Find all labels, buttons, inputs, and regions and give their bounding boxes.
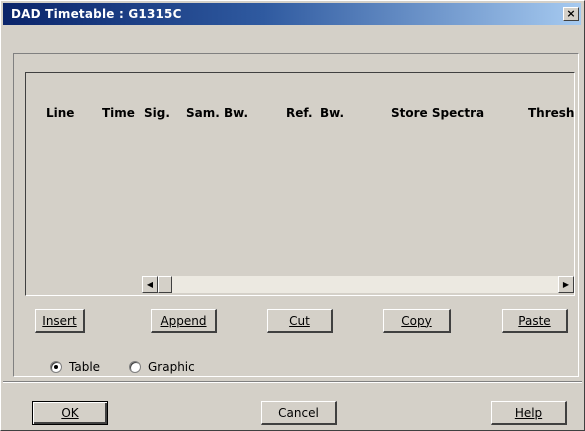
paste-button[interactable]: Paste: [502, 309, 568, 333]
timetable-grid[interactable]: Line Time Sig. Sam. Bw. Ref. Bw. Store S…: [25, 72, 575, 296]
ok-label: OK: [61, 406, 79, 420]
cancel-label: Cancel: [278, 405, 319, 420]
insert-label: Insert: [42, 313, 77, 328]
title-bar[interactable]: DAD Timetable : G1315C ×: [3, 3, 581, 25]
column-header-line[interactable]: Line: [46, 106, 74, 120]
cut-button[interactable]: Cut: [267, 309, 333, 333]
insert-button[interactable]: Insert: [35, 309, 85, 333]
close-button[interactable]: ×: [563, 7, 579, 21]
scroll-thumb[interactable]: [158, 276, 172, 293]
column-header-ref[interactable]: Ref.: [286, 106, 313, 120]
horizontal-scrollbar[interactable]: ◀ ▶: [142, 276, 574, 293]
column-header-sam-bw[interactable]: Sam. Bw.: [186, 106, 248, 120]
scroll-left-arrow-icon[interactable]: ◀: [142, 276, 158, 293]
scroll-right-arrow-icon[interactable]: ▶: [558, 276, 574, 293]
column-header-sig[interactable]: Sig.: [144, 106, 170, 120]
separator: [3, 381, 582, 383]
column-header-store-spectra[interactable]: Store Spectra: [391, 106, 484, 120]
column-header-bw[interactable]: Bw.: [320, 106, 344, 120]
copy-label: Copy: [401, 313, 432, 328]
help-label: Help: [514, 405, 543, 420]
radio-table[interactable]: Table: [50, 360, 100, 374]
ok-button[interactable]: OK: [32, 401, 108, 425]
cut-label: Cut: [289, 313, 310, 328]
radio-unselected-icon: [129, 361, 141, 373]
radio-selected-icon: [50, 361, 62, 373]
append-label: Append: [160, 313, 207, 328]
radio-graphic[interactable]: Graphic: [129, 360, 195, 374]
column-header-threshold[interactable]: Thresho: [528, 106, 574, 120]
cancel-button[interactable]: Cancel: [261, 401, 337, 425]
help-button[interactable]: Help: [491, 401, 567, 425]
window-title: DAD Timetable : G1315C: [11, 7, 182, 21]
copy-button[interactable]: Copy: [383, 309, 451, 333]
column-header-time[interactable]: Time: [102, 106, 135, 120]
paste-label: Paste: [518, 313, 551, 328]
radio-graphic-label: Graphic: [148, 360, 195, 374]
radio-table-label: Table: [69, 360, 101, 374]
dad-timetable-dialog: DAD Timetable : G1315C × Line Time Sig. …: [0, 0, 585, 431]
append-button[interactable]: Append: [151, 309, 217, 333]
